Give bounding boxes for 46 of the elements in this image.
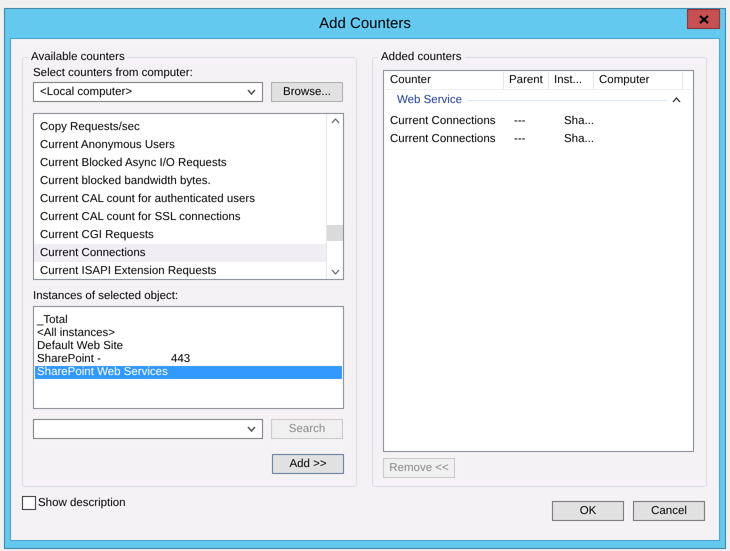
column-header[interactable]: Computer [594,72,683,89]
instance-item[interactable]: _Total [35,314,342,327]
column-header[interactable]: Counter [385,72,504,89]
collapse-caret-icon[interactable] [672,97,681,103]
table-cell-text: Current Connections [389,133,496,145]
instance-item[interactable]: Default Web Site [35,340,342,353]
close-button[interactable] [687,9,720,29]
counter-item[interactable]: Current ISAPI Extension Requests [34,262,326,279]
field-label: Instances of selected object: [33,290,180,302]
table-cell-text: Sha... [563,115,596,127]
checkbox[interactable] [22,496,36,510]
instance-item[interactable]: <All instances> [35,327,342,340]
instance-item[interactable]: SharePoint - 443 [35,353,342,366]
table-cell-text: --- [513,115,526,127]
window-title: Add Counters [319,15,411,32]
close-icon [698,14,708,24]
dropdown-caret-icon [247,89,256,95]
counter-item[interactable]: Current Connections [34,244,326,262]
group-legend: Available counters [28,51,128,63]
counter-item[interactable]: Current CGI Requests [34,226,326,244]
table-cell-text: Current Connections [389,115,496,127]
computer-dropdown[interactable]: <Local computer> [33,82,263,102]
dialog-button[interactable]: OK [552,501,624,521]
group-header[interactable]: Web Service [397,94,462,106]
counter-item[interactable]: Current Anonymous Users [34,136,326,154]
dropdown-caret-icon [247,426,256,432]
counter-item[interactable]: Current Blocked Async I/O Requests [34,154,326,172]
scroll-up-icon[interactable] [330,118,340,124]
column-header[interactable]: Parent [504,72,549,89]
table-cell-text: Sha... [563,133,596,145]
scrollbar[interactable] [326,114,343,279]
group-legend: Added counters [378,51,465,63]
add-button[interactable]: Add >> [272,454,344,474]
counter-item[interactable]: Current CAL count for authenticated users [34,190,326,208]
search-dropdown[interactable] [33,419,263,439]
counter-item[interactable]: Current blocked bandwidth bytes. [34,172,326,190]
scroll-thumb[interactable] [327,225,343,241]
dialog-button[interactable]: Cancel [633,501,705,521]
counter-item[interactable]: Current CAL count for SSL connections [34,208,326,226]
browse-button[interactable]: Browse... [271,82,343,102]
scroll-down-icon[interactable] [330,269,340,275]
checkbox-label: Show description [38,497,126,509]
column-header[interactable]: Inst... [549,72,594,89]
table-cell-text: --- [513,133,526,145]
field-label: Select counters from computer: [33,67,194,79]
counter-item[interactable]: Copy Requests/sec [34,118,326,136]
